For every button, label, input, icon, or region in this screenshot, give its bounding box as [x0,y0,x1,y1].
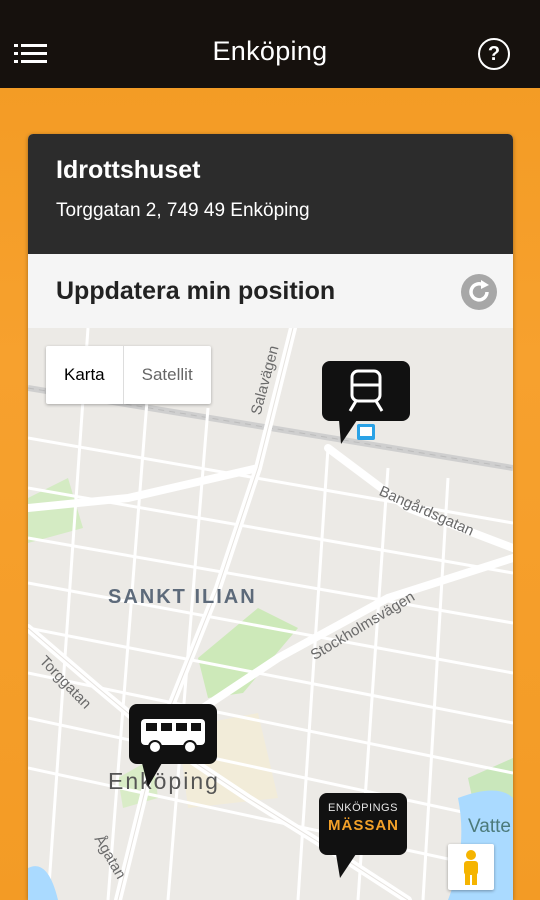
massan-text-top: ENKÖPINGS [328,802,398,814]
app-bar: Enköping ? [0,0,540,88]
venue-name: Idrottshuset [56,156,201,184]
map-type-toggle: Karta Satellit [46,346,211,404]
update-position-button[interactable]: Uppdatera min position [28,254,513,329]
bus-marker[interactable] [128,703,220,789]
water-label: Vatte [468,816,511,837]
map-type-satellit[interactable]: Satellit [124,346,211,404]
page-title: Enköping [212,36,328,66]
help-icon[interactable]: ? [478,38,510,70]
map-type-karta[interactable]: Karta [46,346,124,404]
massan-marker[interactable]: ENKÖPINGS MÄSSAN [318,792,410,882]
train-marker[interactable] [321,360,413,450]
district-label: SANKT ILIAN [108,586,257,608]
refresh-icon[interactable] [461,274,497,310]
street-view-pegman[interactable] [448,844,494,890]
massan-text-bottom: MÄSSAN [328,817,400,834]
pegman-icon [464,850,478,885]
venue-header: Idrottshuset Torggatan 2, 749 49 Enköpin… [28,134,513,254]
map-background [28,328,513,900]
update-position-label: Uppdatera min position [56,277,336,305]
venue-address: Torggatan 2, 749 49 Enköping [56,200,310,221]
map-view[interactable]: Karta Satellit Salavägen Bangårdsgatan S… [28,328,513,900]
venue-card: Idrottshuset Torggatan 2, 749 49 Enköpin… [28,134,513,900]
